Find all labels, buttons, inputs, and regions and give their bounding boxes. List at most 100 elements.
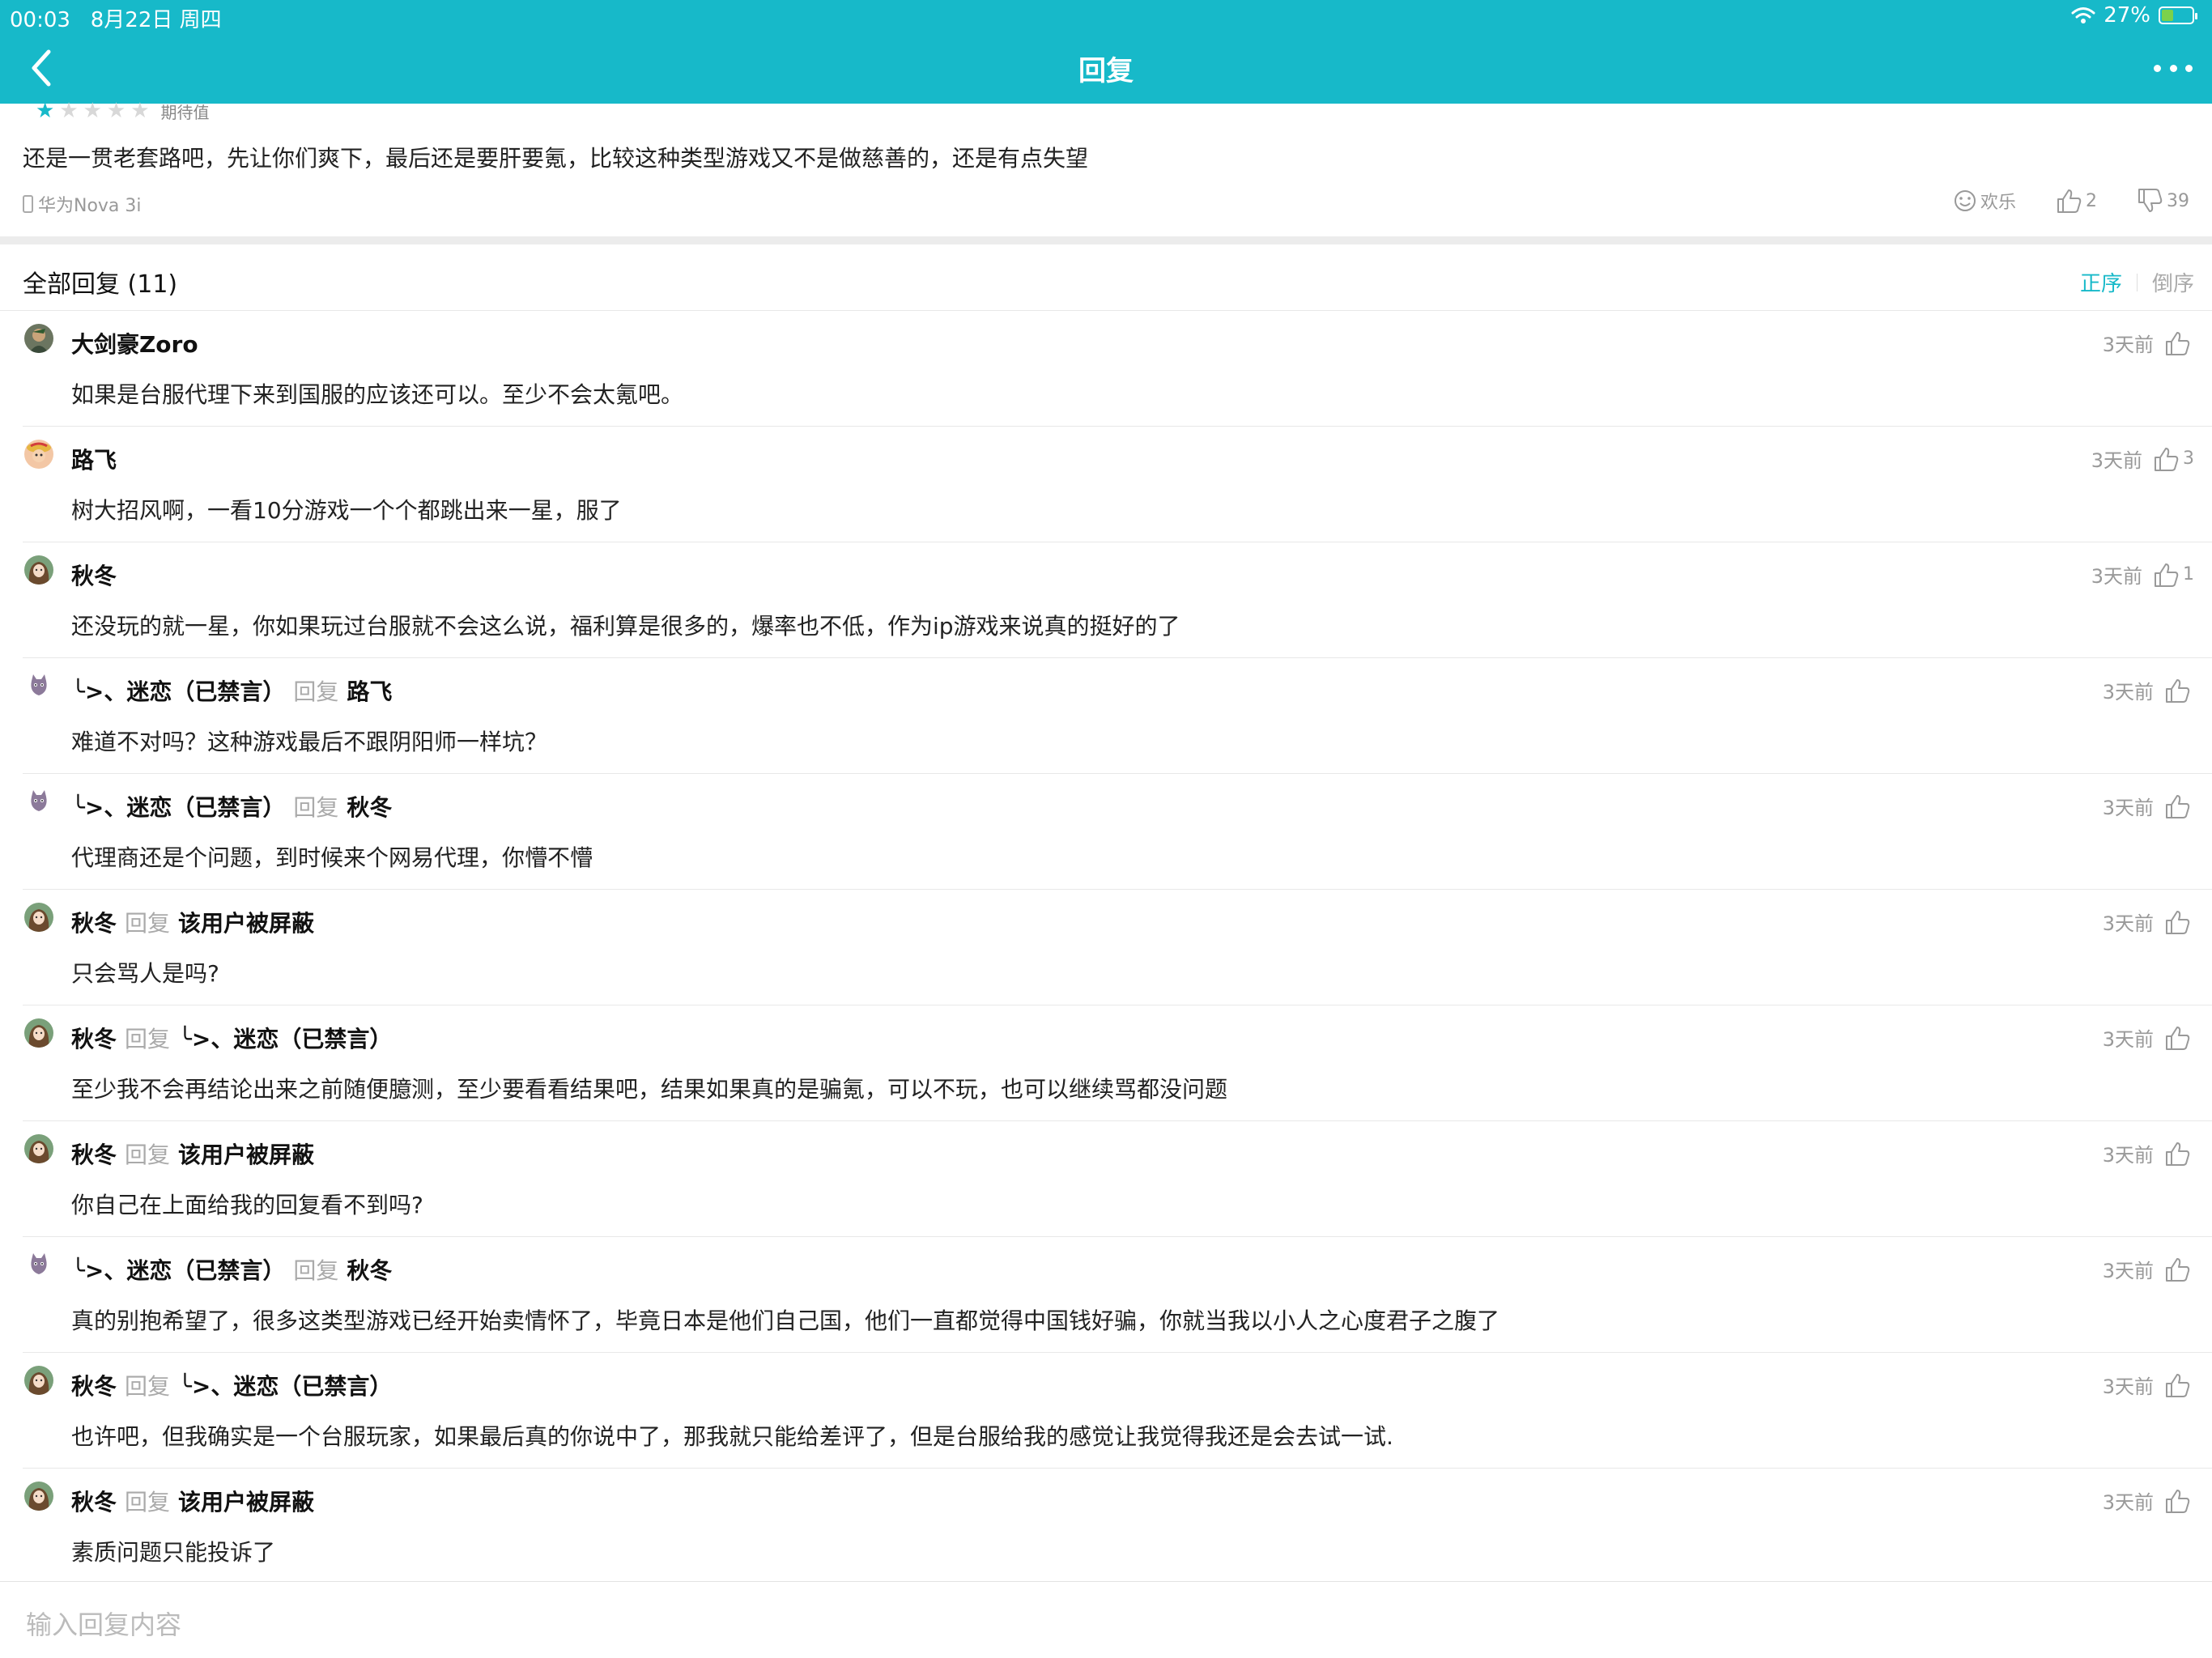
reply-header: 秋冬 回复 ╰>、迷恋（已禁言） — [71, 1022, 392, 1054]
reply-like-button[interactable] — [2163, 793, 2194, 819]
reply-author[interactable]: ╰>、迷恋（已禁言） — [71, 790, 285, 823]
wifi-icon — [2071, 7, 2095, 23]
review-device: 华为Nova 3i — [23, 191, 142, 217]
reply-input[interactable] — [26, 1605, 2180, 1645]
avatar[interactable] — [24, 1018, 53, 1048]
reply-like-button[interactable]: 3 — [2152, 446, 2194, 472]
reply-author[interactable]: ╰>、迷恋（已禁言） — [71, 1253, 285, 1286]
reply-text: 你自己在上面给我的回复看不到吗? — [71, 1192, 423, 1218]
rating-tag: 期待值 — [160, 102, 210, 122]
thumbs-up-icon — [2057, 189, 2082, 213]
reply-author[interactable]: 秋冬 — [71, 1022, 117, 1054]
reply-like-count: 1 — [2183, 564, 2194, 585]
thumbs-up-icon — [2166, 1141, 2190, 1166]
reply-time: 3天前 — [2102, 1375, 2154, 1398]
reply-like-button[interactable]: 1 — [2152, 562, 2194, 588]
avatar[interactable] — [24, 903, 53, 932]
reply-text: 还没玩的就一星，你如果玩过台服就不会这么说，福利算是很多的，爆率也不低，作为ip… — [71, 613, 1180, 640]
thumbs-up-icon — [2166, 678, 2190, 703]
more-icon[interactable] — [2154, 52, 2193, 84]
avatar[interactable] — [24, 1482, 53, 1511]
reply-row[interactable]: 秋冬 回复 该用户被屏蔽 素质问题只能投诉了 3天前 — [23, 1469, 2212, 1584]
reply-target[interactable]: 秋冬 — [347, 1253, 392, 1286]
reply-author[interactable]: 秋冬 — [71, 1485, 117, 1517]
review-dislike-count: 39 — [2167, 190, 2189, 211]
reply-author[interactable]: 秋冬 — [71, 1369, 117, 1401]
reply-row[interactable]: 大剑豪Zoro 如果是台服代理下来到国服的应该还可以。至少不会太氪吧。 3天前 — [23, 311, 2212, 427]
avatar[interactable] — [24, 440, 53, 469]
reply-list: 大剑豪Zoro 如果是台服代理下来到国服的应该还可以。至少不会太氪吧。 3天前 路飞树… — [0, 311, 2212, 1584]
reply-like-button[interactable] — [2163, 1141, 2194, 1167]
sort-toggle: 正序 倒序 — [2080, 267, 2194, 297]
reply-target[interactable]: 秋冬 — [347, 790, 392, 823]
reply-target[interactable]: 该用户被屏蔽 — [178, 1485, 314, 1517]
avatar[interactable] — [24, 787, 53, 816]
reply-author[interactable]: 秋冬 — [71, 559, 117, 591]
reply-text: 难道不对吗？这种游戏最后不跟阴阳师一样坑？ — [71, 729, 548, 755]
reply-time: 3天前 — [2102, 681, 2154, 704]
smiley-icon — [1954, 190, 1976, 211]
reply-target[interactable]: ╰>、迷恋（已禁言） — [178, 1369, 392, 1401]
battery-icon — [2159, 6, 2197, 24]
reply-time: 3天前 — [2102, 1144, 2154, 1167]
reply-header: 大剑豪Zoro — [71, 327, 198, 359]
review-dislike-button[interactable]: 39 — [2136, 188, 2189, 214]
reply-like-button[interactable] — [2163, 909, 2194, 935]
sort-ascending-button[interactable]: 正序 — [2080, 267, 2122, 297]
reply-like-button[interactable] — [2163, 1372, 2194, 1398]
status-clock: 00:03 — [10, 8, 70, 32]
reply-row[interactable]: 秋冬 回复 该用户被屏蔽 只会骂人是吗? 3天前 — [23, 890, 2212, 1005]
reply-row[interactable]: 秋冬 回复 该用户被屏蔽你自己在上面给我的回复看不到吗? 3天前 — [23, 1121, 2212, 1237]
reply-row[interactable]: 秋冬 回复 ╰>、迷恋（已禁言） 至少我不会再结论出来之前随便臆测，至少要看看结果吧，… — [23, 1005, 2212, 1121]
thumbs-up-icon — [2166, 910, 2190, 934]
reply-meta: 3天前 — [2103, 329, 2194, 357]
reply-time: 3天前 — [2102, 1491, 2154, 1514]
avatar[interactable] — [24, 1366, 53, 1395]
reply-meta: 3天前 — [2103, 908, 2194, 936]
reply-like-button[interactable] — [2163, 678, 2194, 704]
reply-keyword: 回复 — [293, 678, 339, 705]
reply-text: 至少我不会再结论出来之前随便臆测，至少要看看结果吧，结果如果真的是骗氪，可以不玩… — [71, 1076, 1228, 1103]
reply-row[interactable]: ╰>、迷恋（已禁言） 回复 路飞难道不对吗？这种游戏最后不跟阴阳师一样坑？ 3天前 — [23, 658, 2212, 774]
reply-target[interactable]: ╰>、迷恋（已禁言） — [178, 1022, 392, 1054]
reply-meta: 3天前 — [2103, 792, 2194, 820]
device-label: 华为Nova 3i — [38, 196, 142, 216]
review-like-button[interactable]: 2 — [2055, 188, 2097, 214]
reply-target[interactable]: 路飞 — [347, 674, 392, 707]
avatar[interactable] — [24, 324, 53, 353]
status-time: 00:03 8月22日 周四 — [10, 3, 222, 33]
thumbs-down-icon — [2138, 189, 2163, 212]
reply-like-button[interactable] — [2163, 1025, 2194, 1051]
reply-row[interactable]: 秋冬还没玩的就一星，你如果玩过台服就不会这么说，福利算是很多的，爆率也不低，作为… — [23, 542, 2212, 658]
reply-header: 路飞 — [71, 443, 117, 475]
mood-button[interactable]: 欢乐 — [1953, 188, 2016, 214]
reply-row[interactable]: ╰>、迷恋（已禁言） 回复 秋冬 代理商还是个问题，到时候来个网易代理，你懵不懵 3天前 — [23, 774, 2212, 890]
review-like-count: 2 — [2086, 190, 2097, 211]
reply-like-button[interactable] — [2163, 1256, 2194, 1282]
reply-keyword: 回复 — [125, 1373, 171, 1400]
reply-author[interactable]: 大剑豪Zoro — [71, 327, 198, 359]
reply-author[interactable]: 秋冬 — [71, 1137, 117, 1170]
page-title: 回复 — [1078, 55, 1134, 87]
reply-row[interactable]: ╰>、迷恋（已禁言） 回复 秋冬 真的别抱希望了，很多这类型游戏已经开始卖情怀了，毕竟… — [23, 1237, 2212, 1353]
top-bar: 00:03 8月22日 周四 27% 回复 — [0, 0, 2212, 104]
reply-meta: 3天前 — [2103, 676, 2194, 704]
reply-row[interactable]: 秋冬 回复 ╰>、迷恋（已禁言） 也许吧，但我确实是一个台服玩家，如果最后真的你说中了… — [23, 1353, 2212, 1469]
reply-header: 秋冬 — [71, 559, 117, 591]
avatar[interactable] — [24, 671, 53, 700]
reply-author[interactable]: 秋冬 — [71, 906, 117, 938]
thumbs-up-icon — [2166, 794, 2190, 818]
reply-target[interactable]: 该用户被屏蔽 — [178, 1137, 314, 1170]
avatar[interactable] — [24, 1134, 53, 1163]
avatar[interactable] — [24, 1250, 53, 1279]
reply-like-button[interactable] — [2163, 330, 2194, 356]
reply-author[interactable]: ╰>、迷恋（已禁言） — [71, 674, 285, 707]
avatar[interactable] — [24, 555, 53, 585]
sort-descending-button[interactable]: 倒序 — [2152, 267, 2194, 297]
reply-target[interactable]: 该用户被屏蔽 — [178, 906, 314, 938]
reply-like-button[interactable] — [2163, 1488, 2194, 1514]
reply-meta: 3天前 — [2103, 1023, 2194, 1052]
reply-keyword: 回复 — [125, 1141, 171, 1168]
reply-row[interactable]: 路飞 树大招风啊，一看10分游戏一个个都跳出来一星，服了 3天前 3 — [23, 427, 2212, 542]
reply-author[interactable]: 路飞 — [71, 443, 117, 475]
